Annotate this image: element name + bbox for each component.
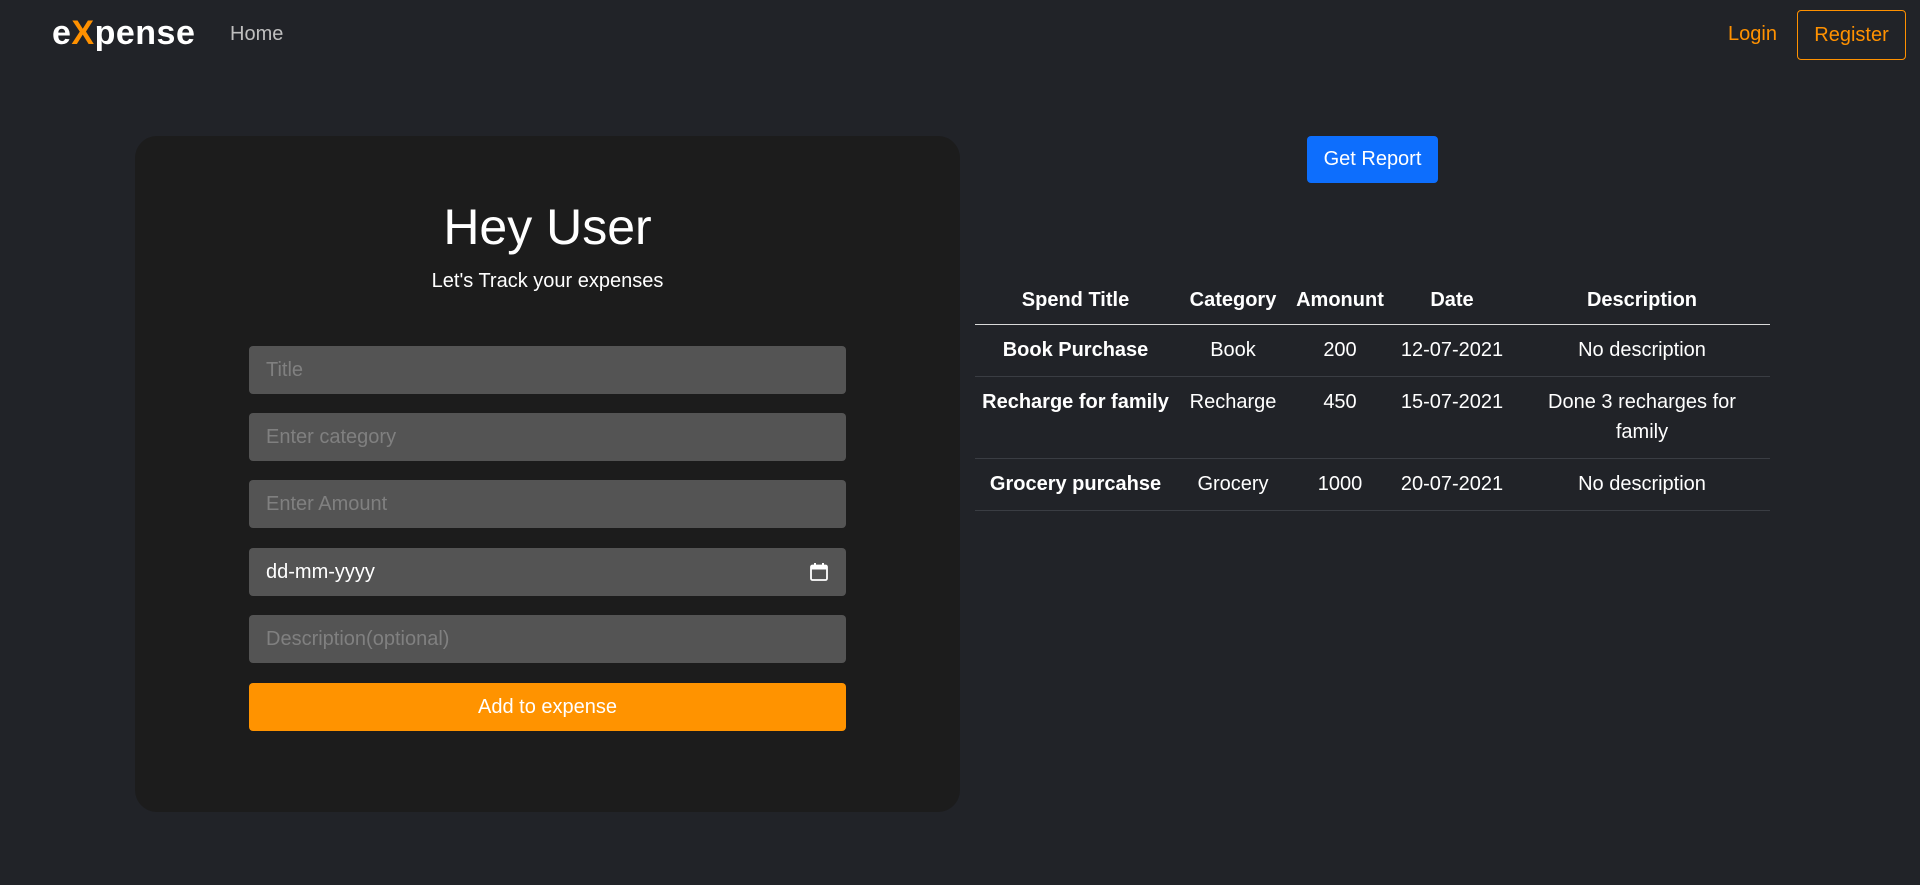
date-input[interactable]: dd-mm-yyyy <box>249 548 846 596</box>
calendar-icon[interactable] <box>809 562 829 582</box>
get-report-button[interactable]: Get Report <box>1307 136 1438 183</box>
expense-table: Spend Title Category Amonunt Date Descri… <box>975 278 1770 511</box>
date-input-value: dd-mm-yyyy <box>266 560 375 583</box>
navbar: eXpense Home Login Register <box>0 0 1920 70</box>
table-row: Book Purchase Book 200 12-07-2021 No des… <box>975 324 1770 377</box>
cell-amount: 1000 <box>1290 458 1390 511</box>
brand-accent: X <box>71 14 95 52</box>
brand-logo[interactable]: eXpense <box>52 14 195 53</box>
table-header-row: Spend Title Category Amonunt Date Descri… <box>975 278 1770 325</box>
header-date: Date <box>1390 278 1514 325</box>
greeting-title: Hey User <box>443 199 652 255</box>
cell-category: Recharge <box>1176 376 1290 459</box>
header-amount: Amonunt <box>1290 278 1390 325</box>
cell-date: 15-07-2021 <box>1390 376 1514 459</box>
cell-description: No description <box>1514 324 1770 377</box>
cell-amount: 200 <box>1290 324 1390 377</box>
cell-date: 12-07-2021 <box>1390 324 1514 377</box>
amount-input[interactable] <box>249 480 846 528</box>
brand-suffix: pense <box>94 14 196 52</box>
cell-spend-title: Grocery purcahse <box>975 458 1176 511</box>
description-input[interactable] <box>249 615 846 663</box>
table-row: Recharge for family Recharge 450 15-07-2… <box>975 376 1770 459</box>
cell-description: No description <box>1514 458 1770 511</box>
header-spend-title: Spend Title <box>975 278 1176 325</box>
add-expense-button[interactable]: Add to expense <box>249 683 846 731</box>
nav-register-button[interactable]: Register <box>1797 10 1906 60</box>
cell-category: Grocery <box>1176 458 1290 511</box>
cell-amount: 450 <box>1290 376 1390 459</box>
category-input[interactable] <box>249 413 846 461</box>
greeting-subtitle: Let's Track your expenses <box>431 270 664 292</box>
cell-description: Done 3 recharges for family <box>1514 376 1770 459</box>
cell-spend-title: Recharge for family <box>975 376 1176 459</box>
nav-login-link[interactable]: Login <box>1728 23 1777 46</box>
expense-form-card: Hey User Let's Track your expenses dd-mm… <box>135 136 960 812</box>
cell-spend-title: Book Purchase <box>975 324 1176 377</box>
nav-home-link[interactable]: Home <box>230 23 283 46</box>
cell-category: Book <box>1176 324 1290 377</box>
header-description: Description <box>1514 278 1770 325</box>
cell-date: 20-07-2021 <box>1390 458 1514 511</box>
title-input[interactable] <box>249 346 846 394</box>
brand-prefix: e <box>52 14 72 52</box>
header-category: Category <box>1176 278 1290 325</box>
table-row: Grocery purcahse Grocery 1000 20-07-2021… <box>975 458 1770 511</box>
